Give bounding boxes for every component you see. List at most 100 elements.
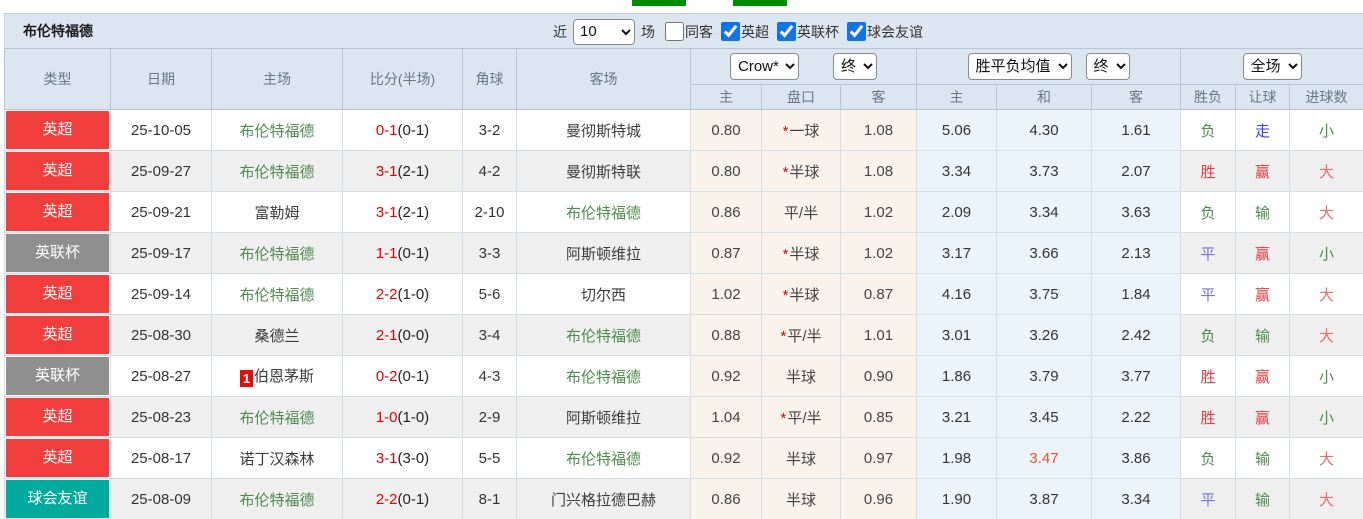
same-away-checkbox[interactable] [665, 22, 684, 41]
handicap-line-cell: *一球 [761, 109, 841, 151]
league-type-cell: 英联杯 [4, 232, 111, 274]
league-badge: 英超 [6, 398, 109, 436]
subheader-avg-home: 主 [916, 84, 998, 110]
subheader-handicap-line: 盘口 [761, 84, 841, 110]
result-handicap: 输 [1235, 437, 1291, 479]
col-header-corner: 角球 [462, 48, 517, 110]
result-handicap: 赢 [1235, 355, 1291, 397]
result-handicap: 输 [1235, 478, 1291, 519]
match-rows: 英超 25-10-05 布伦特福德 0-1(0-1) 3-2 曼彻斯特城 0.8… [4, 109, 1363, 519]
half-time-score: (0-1) [397, 244, 430, 262]
avg-draw-odds: 3.66 [996, 232, 1093, 274]
corners: 3-3 [462, 232, 517, 274]
home-team-cell: 1 伯恩茅斯 [211, 355, 343, 397]
odds-type-select[interactable]: 胜平负均值 [967, 53, 1072, 80]
avg-home-odds: 1.90 [916, 478, 998, 519]
handicap-home-odds: 0.92 [690, 437, 762, 479]
league-badge: 英超 [6, 439, 109, 477]
wdl-odds-group-header: 胜平负均值 终 [916, 48, 1182, 85]
home-team: 布伦特福德 [239, 409, 315, 427]
bookmaker-select[interactable]: Crow* [730, 53, 799, 80]
col-header-home: 主场 [211, 48, 343, 110]
full-time-score: 0-2 [375, 367, 398, 385]
handicap-away-odds: 1.08 [839, 150, 918, 192]
handicap-away-odds: 1.02 [839, 232, 918, 274]
avg-draw-odds: 3.26 [996, 314, 1093, 356]
half-time-score: (0-0) [397, 326, 430, 344]
corners: 2-9 [462, 396, 517, 438]
active-tab-indicator-2 [733, 0, 787, 6]
filter-epl-label: 英超 [741, 23, 769, 40]
league-badge: 英超 [6, 193, 109, 231]
match-row: 英超 25-09-14 布伦特福德 2-2(1-0) 5-6 切尔西 1.02 … [4, 273, 1363, 315]
filter-epl-checkbox[interactable] [721, 22, 740, 41]
result-wdl: 负 [1180, 437, 1237, 479]
league-type-cell: 英联杯 [4, 355, 111, 397]
score-cell: 1-1(0-1) [342, 232, 463, 274]
handicap-line: 半球 [785, 368, 816, 386]
home-team: 布伦特福德 [239, 122, 315, 140]
away-team: 切尔西 [580, 286, 626, 304]
score-cell: 3-1(2-1) [342, 150, 463, 192]
filter-friendly-checkbox[interactable] [847, 22, 866, 41]
result-handicap: 赢 [1235, 150, 1291, 192]
corners: 8-1 [462, 478, 517, 519]
active-tab-indicator [632, 0, 686, 6]
handicap-line: 一球 [789, 122, 820, 140]
match-row: 英联杯 25-08-27 1 伯恩茅斯 0-2(0-1) 4-3 布伦特福德 0.… [4, 355, 1363, 397]
result-goals: 小 [1289, 396, 1363, 438]
score-cell: 0-1(0-1) [342, 109, 463, 151]
handicap-home-odds: 1.02 [690, 273, 762, 315]
corners: 4-2 [462, 150, 517, 192]
handicap-away-odds: 0.90 [839, 355, 918, 397]
result-goals: 大 [1289, 191, 1363, 233]
result-handicap: 赢 [1235, 232, 1291, 274]
handicap-away-odds: 0.87 [839, 273, 918, 315]
handicap-away-odds: 0.96 [839, 478, 918, 519]
avg-draw-odds: 3.75 [996, 273, 1093, 315]
bookmaker-time-select[interactable]: 终 [833, 53, 877, 80]
full-time-score: 1-1 [375, 244, 398, 262]
league-type-cell: 球会友谊 [4, 478, 111, 519]
full-time-score: 3-1 [375, 203, 398, 221]
score-cell: 2-2(1-0) [342, 273, 463, 315]
away-team-cell: 布伦特福德 [516, 355, 691, 397]
avg-draw-odds: 3.47 [996, 437, 1093, 479]
result-handicap: 赢 [1235, 273, 1291, 315]
filter-league-cup-checkbox[interactable] [777, 22, 796, 41]
avg-away-odds: 1.84 [1091, 273, 1182, 315]
avg-home-odds: 5.06 [916, 109, 998, 151]
league-badge: 英联杯 [6, 357, 109, 395]
away-team-cell: 阿斯顿维拉 [516, 232, 691, 274]
scope-select[interactable]: 全场 [1242, 53, 1302, 80]
avg-away-odds: 3.34 [1091, 478, 1182, 519]
handicap-home-odds: 0.87 [690, 232, 762, 274]
home-team-cell: 布伦特福德 [211, 232, 343, 274]
half-time-score: (3-0) [397, 449, 430, 467]
home-team-cell: 桑德兰 [211, 314, 343, 356]
handicap-star-icon: * [780, 327, 787, 345]
handicap-line: 平/半 [783, 204, 819, 222]
away-team: 布伦特福德 [565, 327, 641, 345]
avg-away-odds: 3.63 [1091, 191, 1182, 233]
half-time-score: (0-1) [397, 490, 430, 508]
full-time-score: 0-1 [375, 121, 398, 139]
handicap-line-cell: *平/半 [761, 396, 841, 438]
subheader-avg-draw: 和 [996, 84, 1093, 110]
away-team-cell: 曼彻斯特联 [516, 150, 691, 192]
score-cell: 2-1(0-0) [342, 314, 463, 356]
home-team-cell: 富勒姆 [211, 191, 343, 233]
avg-home-odds: 1.86 [916, 355, 998, 397]
match-date: 25-10-05 [110, 109, 212, 151]
handicap-away-odds: 0.97 [839, 437, 918, 479]
home-team: 富勒姆 [254, 204, 300, 222]
odds-time-select[interactable]: 终 [1085, 53, 1130, 80]
match-row: 英超 25-10-05 布伦特福德 0-1(0-1) 3-2 曼彻斯特城 0.8… [4, 109, 1363, 151]
away-team: 阿斯顿维拉 [565, 245, 641, 263]
handicap-line: 半球 [789, 286, 820, 304]
handicap-home-odds: 1.04 [690, 396, 762, 438]
match-row: 英超 25-09-21 富勒姆 3-1(2-1) 2-10 布伦特福德 0.86… [4, 191, 1363, 233]
recent-count-select[interactable]: 10 [573, 18, 635, 45]
avg-away-odds: 2.42 [1091, 314, 1182, 356]
handicap-line-cell: 半球 [761, 355, 841, 397]
